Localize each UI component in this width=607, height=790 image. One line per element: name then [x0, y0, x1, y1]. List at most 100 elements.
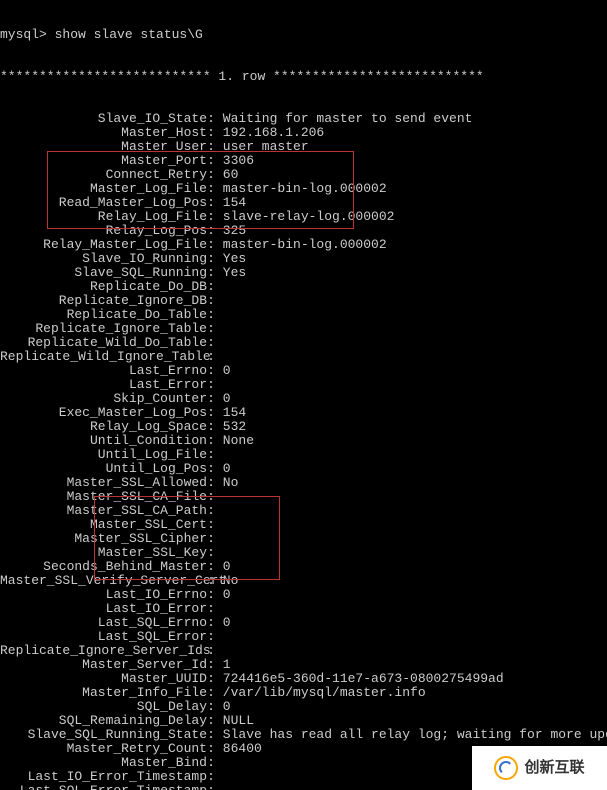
- field-value: [215, 294, 223, 308]
- field-value: None: [215, 434, 254, 448]
- field-separator: :: [207, 196, 215, 210]
- field-row: Master_Port: 3306: [0, 154, 607, 168]
- field-separator: :: [207, 308, 215, 322]
- field-label: Replicate_Ignore_Server_Ids: [0, 644, 207, 658]
- field-value: [215, 756, 223, 770]
- field-label: Replicate_Ignore_DB: [0, 294, 207, 308]
- field-row: Connect_Retry: 60: [0, 168, 607, 182]
- field-separator: :: [207, 336, 215, 350]
- field-value: 0: [215, 560, 231, 574]
- field-label: Connect_Retry: [0, 168, 207, 182]
- field-value: [215, 770, 223, 784]
- field-value: [215, 280, 223, 294]
- field-label: Relay_Log_Pos: [0, 224, 207, 238]
- field-row: Master_UUID: 724416e5-360d-11e7-a673-080…: [0, 672, 607, 686]
- field-label: Master_SSL_CA_Path: [0, 504, 207, 518]
- field-separator: :: [207, 728, 215, 742]
- field-row: Replicate_Do_Table:: [0, 308, 607, 322]
- field-value: master-bin-log.000002: [215, 182, 387, 196]
- field-value: 532: [215, 420, 246, 434]
- field-label: Master_SSL_Verify_Server_Cert: [0, 574, 207, 588]
- field-separator: :: [207, 630, 215, 644]
- field-separator: :: [207, 378, 215, 392]
- logo-icon: [494, 756, 518, 780]
- field-row: SQL_Remaining_Delay: NULL: [0, 714, 607, 728]
- fields-list: Slave_IO_State: Waiting for master to se…: [0, 112, 607, 790]
- field-separator: :: [207, 602, 215, 616]
- field-value: 60: [215, 168, 238, 182]
- field-label: Master_SSL_Allowed: [0, 476, 207, 490]
- field-separator: :: [207, 658, 215, 672]
- field-label: Master_SSL_Key: [0, 546, 207, 560]
- field-label: Replicate_Wild_Ignore_Table: [0, 350, 207, 364]
- field-label: Relay_Log_Space: [0, 420, 207, 434]
- field-label: Master_Retry_Count: [0, 742, 207, 756]
- field-row: Replicate_Do_DB:: [0, 280, 607, 294]
- field-separator: :: [207, 518, 215, 532]
- field-label: Master_Server_Id: [0, 658, 207, 672]
- field-separator: :: [207, 462, 215, 476]
- field-separator: :: [207, 616, 215, 630]
- field-separator: :: [207, 266, 215, 280]
- field-label: Master_User: [0, 140, 207, 154]
- field-row: Master_SSL_Key:: [0, 546, 607, 560]
- field-label: Last_Error: [0, 378, 207, 392]
- field-value: [215, 504, 223, 518]
- field-value: [215, 546, 223, 560]
- field-separator: :: [207, 714, 215, 728]
- field-separator: :: [207, 294, 215, 308]
- field-row: Master_SSL_Allowed: No: [0, 476, 607, 490]
- field-row: Master_Server_Id: 1: [0, 658, 607, 672]
- field-separator: :: [207, 532, 215, 546]
- field-separator: :: [207, 686, 215, 700]
- field-separator: :: [207, 560, 215, 574]
- field-value: No: [215, 476, 238, 490]
- field-label: Last_SQL_Error: [0, 630, 207, 644]
- field-row: Last_Errno: 0: [0, 364, 607, 378]
- field-label: Until_Condition: [0, 434, 207, 448]
- field-value: 0: [215, 588, 231, 602]
- field-label: Master_Port: [0, 154, 207, 168]
- field-value: [215, 490, 223, 504]
- field-value: 154: [215, 406, 246, 420]
- field-row: SQL_Delay: 0: [0, 700, 607, 714]
- prompt-line: mysql> show slave status\G: [0, 28, 607, 42]
- field-value: [215, 308, 223, 322]
- field-value: 1: [215, 658, 231, 672]
- field-separator: :: [207, 392, 215, 406]
- field-value: [215, 350, 223, 364]
- field-separator: :: [207, 756, 215, 770]
- field-label: Read_Master_Log_Pos: [0, 196, 207, 210]
- field-separator: :: [207, 546, 215, 560]
- field-label: Master_Log_File: [0, 182, 207, 196]
- field-value: 325: [215, 224, 246, 238]
- field-separator: :: [207, 350, 215, 364]
- terminal-output[interactable]: mysql> show slave status\G *************…: [0, 0, 607, 790]
- field-label: Master_Bind: [0, 756, 207, 770]
- field-separator: :: [207, 574, 215, 588]
- field-separator: :: [207, 588, 215, 602]
- field-separator: :: [207, 420, 215, 434]
- field-row: Last_IO_Errno: 0: [0, 588, 607, 602]
- field-separator: :: [207, 322, 215, 336]
- field-value: [215, 336, 223, 350]
- field-value: [215, 518, 223, 532]
- field-value: [215, 378, 223, 392]
- field-separator: :: [207, 168, 215, 182]
- field-label: SQL_Remaining_Delay: [0, 714, 207, 728]
- field-row: Last_Error:: [0, 378, 607, 392]
- field-row: Relay_Master_Log_File: master-bin-log.00…: [0, 238, 607, 252]
- field-row: Master_Log_File: master-bin-log.000002: [0, 182, 607, 196]
- field-separator: :: [207, 364, 215, 378]
- field-value: Yes: [215, 266, 246, 280]
- field-separator: :: [207, 434, 215, 448]
- field-label: Master_Info_File: [0, 686, 207, 700]
- field-row: Until_Log_Pos: 0: [0, 462, 607, 476]
- field-label: Last_Errno: [0, 364, 207, 378]
- field-label: Master_SSL_CA_File: [0, 490, 207, 504]
- field-separator: :: [207, 182, 215, 196]
- field-value: [215, 630, 223, 644]
- field-value: [215, 322, 223, 336]
- field-label: Until_Log_File: [0, 448, 207, 462]
- field-row: Skip_Counter: 0: [0, 392, 607, 406]
